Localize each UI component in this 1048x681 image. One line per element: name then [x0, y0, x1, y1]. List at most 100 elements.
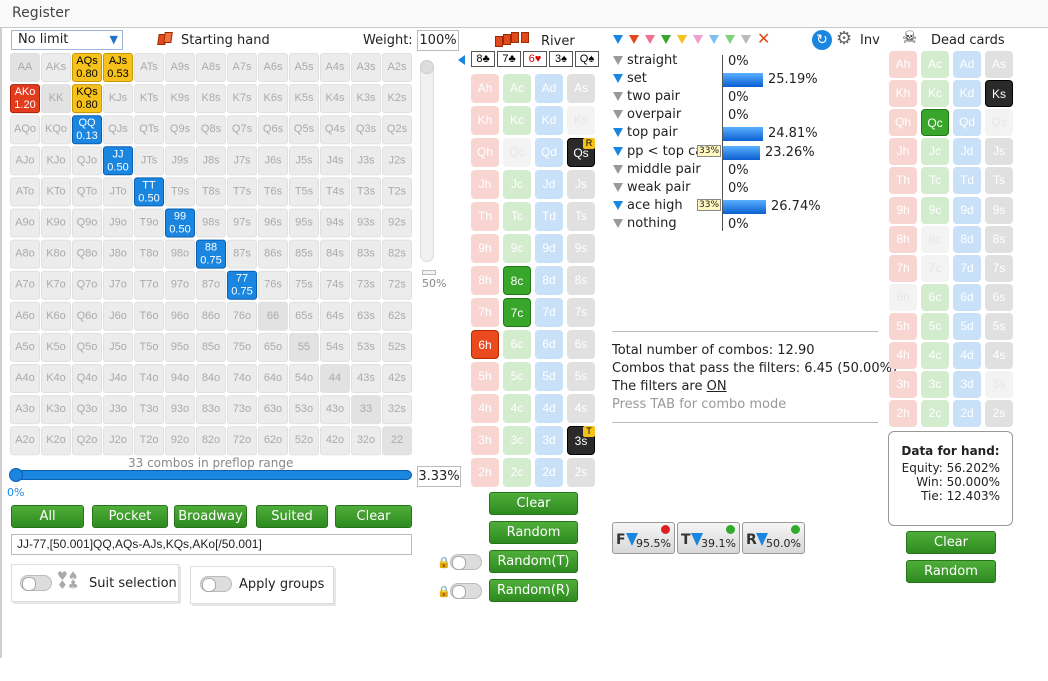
hand-cell[interactable]: T2s — [382, 177, 412, 207]
dead-card-Jc[interactable]: Jc — [921, 138, 949, 166]
apply-groups-toggle[interactable] — [200, 576, 232, 592]
hand-cell[interactable]: 44 — [320, 364, 350, 393]
card-8c[interactable]: 8c — [503, 266, 531, 295]
hand-cell[interactable]: 65o — [258, 332, 288, 362]
hand-cell[interactable]: A8o — [10, 239, 40, 269]
hand-cell[interactable]: 63s — [351, 301, 381, 331]
hand-cell[interactable]: K2o — [41, 426, 71, 456]
hand-cell[interactable]: 42o — [320, 426, 350, 456]
card-7d[interactable]: 7d — [535, 298, 563, 327]
filter-row[interactable]: two pair 0% — [613, 89, 883, 107]
hand-cell[interactable]: A7o — [10, 270, 40, 300]
hand-cell[interactable]: 63o — [258, 395, 288, 425]
hand-cell[interactable]: QTs — [134, 115, 164, 145]
dead-card-7h[interactable]: 7h — [889, 254, 917, 282]
hand-cell[interactable]: QQ 0.13 — [72, 115, 102, 145]
dead-card-Kh[interactable]: Kh — [889, 80, 917, 108]
hand-cell[interactable]: 53s — [351, 332, 381, 362]
hand-cell[interactable]: AJs 0.53 — [103, 53, 133, 82]
hand-cell[interactable]: 92o — [165, 426, 195, 456]
hand-cell[interactable]: A2s — [382, 53, 412, 82]
dead-card-2d[interactable]: 2d — [953, 400, 981, 428]
card-Js[interactable]: Js — [567, 170, 595, 199]
hand-cell[interactable]: TT 0.50 — [134, 177, 164, 207]
hand-cell[interactable]: K3o — [41, 395, 71, 425]
dead-card-Td[interactable]: Td — [953, 167, 981, 195]
dead-card-Ks[interactable]: Ks — [985, 80, 1013, 108]
hand-cell[interactable]: T6s — [258, 177, 288, 207]
hand-cell[interactable]: 98s — [196, 208, 226, 238]
hand-cell[interactable]: Q7o — [72, 270, 102, 300]
hand-cell[interactable]: 73o — [227, 395, 257, 425]
hand-cell[interactable]: T8o — [134, 239, 164, 269]
hand-cell[interactable]: KTo — [41, 177, 71, 207]
hand-cell[interactable]: 93o — [165, 395, 195, 425]
board-card[interactable]: 7♣ — [497, 51, 521, 67]
range-text-input[interactable]: JJ-77,[50.001]QQ,AQs-AJs,KQs,AKo[/50.001… — [11, 534, 412, 555]
filter-t-button[interactable]: T 39.1% — [677, 522, 740, 554]
board-back-arrow-icon[interactable] — [458, 55, 465, 65]
card-7h[interactable]: 7h — [471, 298, 499, 327]
board-card[interactable]: 8♣ — [471, 51, 495, 67]
card-Jh[interactable]: Jh — [471, 170, 499, 199]
hand-cell[interactable]: T5s — [289, 177, 319, 207]
card-3c[interactable]: 3c — [503, 426, 531, 455]
hand-cell[interactable]: 82s — [382, 239, 412, 269]
hand-cell[interactable]: J5s — [289, 146, 319, 176]
hand-cell[interactable]: A3s — [351, 53, 381, 82]
hand-cell[interactable]: K6s — [258, 84, 288, 114]
hand-cell[interactable]: KJo — [41, 146, 71, 176]
dead-card-6c[interactable]: 6c — [921, 283, 949, 311]
filters-on-link[interactable]: ON — [707, 379, 727, 394]
hand-cell[interactable]: 87o — [196, 270, 226, 300]
hand-cell[interactable]: JTo — [103, 177, 133, 207]
filter-color-funnel-icon[interactable] — [693, 35, 703, 44]
random-board-button[interactable]: Random — [489, 521, 578, 544]
card-Tc[interactable]: Tc — [503, 202, 531, 231]
dead-card-Ah[interactable]: Ah — [889, 51, 917, 78]
hand-cell[interactable]: K7s — [227, 84, 257, 114]
card-Ts[interactable]: Ts — [567, 202, 595, 231]
gear-icon[interactable]: ⚙ — [836, 28, 852, 49]
card-9s[interactable]: 9s — [567, 234, 595, 263]
hand-cell[interactable]: A5s — [289, 53, 319, 82]
card-4d[interactable]: 4d — [535, 394, 563, 423]
dead-card-Jh[interactable]: Jh — [889, 138, 917, 166]
hand-cell[interactable]: AJo — [10, 146, 40, 176]
board-card[interactable]: Q♠ — [575, 51, 599, 67]
card-2h[interactable]: 2h — [471, 458, 499, 487]
hand-cell[interactable]: AKo 1.20 — [10, 84, 40, 114]
broadway-button[interactable]: Broadway — [174, 505, 247, 528]
hand-cell[interactable]: A7s — [227, 53, 257, 82]
lock-turn-toggle[interactable] — [450, 554, 482, 570]
dead-card-9c[interactable]: 9c — [921, 196, 949, 224]
dead-card-7d[interactable]: 7d — [953, 254, 981, 282]
hand-cell[interactable]: J3o — [103, 395, 133, 425]
dead-card-3d[interactable]: 3d — [953, 371, 981, 399]
hand-cell[interactable]: 95o — [165, 332, 195, 362]
card-5d[interactable]: 5d — [535, 362, 563, 391]
hand-cell[interactable]: T3s — [351, 177, 381, 207]
dead-card-Jd[interactable]: Jd — [953, 138, 981, 166]
board-card[interactable]: 6♥ — [523, 51, 547, 67]
hand-cell[interactable]: J9o — [103, 208, 133, 238]
card-5h[interactable]: 5h — [471, 362, 499, 391]
clear-dead-button[interactable]: Clear — [906, 531, 996, 554]
dead-card-Js[interactable]: Js — [985, 138, 1013, 166]
hand-cell[interactable]: ATs — [134, 53, 164, 82]
card-Kc[interactable]: Kc — [503, 106, 531, 135]
hand-cell[interactable]: A8s — [196, 53, 226, 82]
hand-cell[interactable]: 32s — [382, 395, 412, 425]
dead-card-Ac[interactable]: Ac — [921, 51, 949, 78]
hand-cell[interactable]: QJo — [72, 146, 102, 176]
hand-cell[interactable]: Q9o — [72, 208, 102, 238]
card-3h[interactable]: 3h — [471, 426, 499, 455]
hand-cell[interactable]: K3s — [351, 84, 381, 114]
inv-label[interactable]: Inv — [860, 33, 880, 48]
hand-cell[interactable]: AQs 0.80 — [72, 53, 102, 82]
hand-cell[interactable]: 75s — [289, 270, 319, 300]
hand-cell[interactable]: 77 0.75 — [227, 270, 257, 300]
dead-card-As[interactable]: As — [985, 51, 1013, 78]
hand-cell[interactable]: 88 0.75 — [196, 239, 226, 269]
hand-cell[interactable]: K4o — [41, 364, 71, 393]
